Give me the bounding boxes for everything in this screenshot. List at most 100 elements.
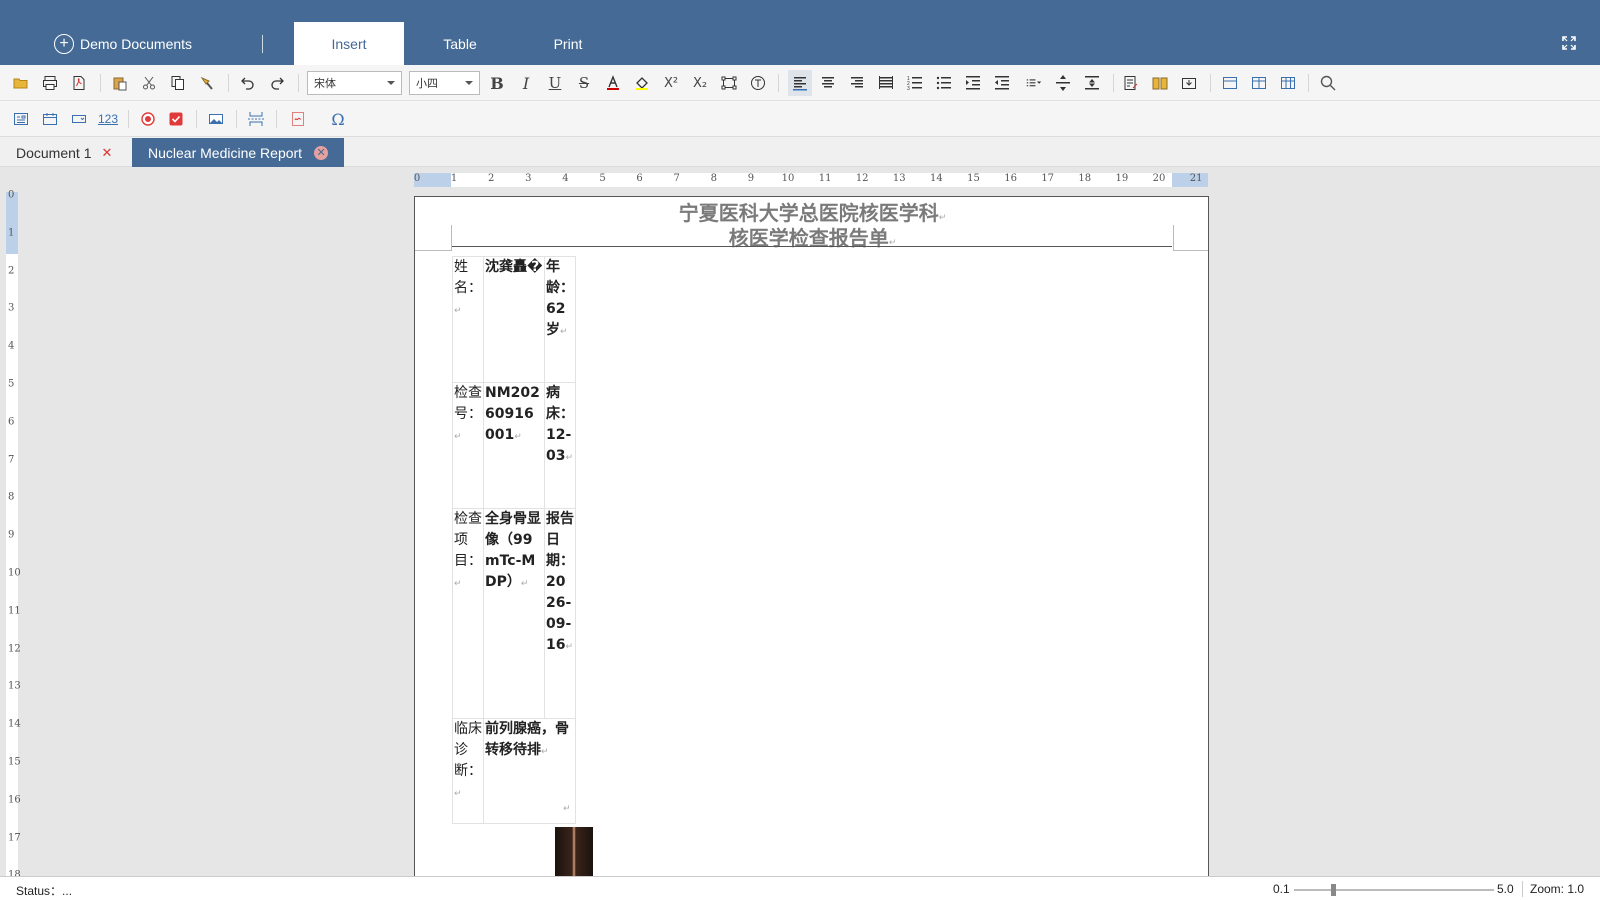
cell-text: 沈龚矗� [485,259,543,275]
font-size-select[interactable]: 小四 [409,71,480,95]
zoom-slider-track[interactable] [1294,889,1494,891]
ruler-number: 13 [892,173,906,184]
ruler-number: 7 [673,173,680,184]
tab-print[interactable]: Print [520,22,616,65]
tab-table[interactable]: Table [412,22,508,65]
format-painter-icon[interactable] [197,73,217,93]
indent-decrease-icon[interactable] [992,73,1012,93]
table-cell[interactable]: 沈龚矗� [483,256,545,383]
text-field-icon[interactable] [11,109,31,129]
ruler-number: 18 [1078,173,1092,184]
cell-text: 检查项目： [454,511,482,569]
paragraph-spacing-icon[interactable] [1082,73,1102,93]
ruler-number: 0 [413,173,421,184]
ruler-number: 6 [8,416,15,428]
page-break-icon[interactable] [246,109,266,129]
demo-documents-label: Demo Documents [80,36,193,52]
demo-documents-button[interactable]: + Demo Documents [54,33,192,55]
svg-text:3: 3 [907,86,910,91]
columns-two-icon[interactable] [1249,73,1269,93]
ruler-number: 14 [8,718,21,730]
columns-three-icon[interactable] [1278,73,1298,93]
copy-icon[interactable] [168,73,188,93]
paste-icon[interactable] [110,73,130,93]
ruler-number: 6 [636,173,643,184]
list-style-dropdown-icon[interactable] [1021,73,1047,93]
close-icon[interactable]: ✕ [101,145,112,161]
ruler-number: 10 [8,567,21,579]
image-icon[interactable] [206,109,226,129]
highlight-fill-icon[interactable] [632,73,652,93]
cell-text: 报告日期：2026-09-16 [546,511,574,653]
paragraph-mark: ↵ [565,453,574,463]
signature-icon[interactable] [288,109,308,129]
table-cell[interactable]: 临床诊断： ↵ [452,718,484,824]
underline-icon[interactable]: U [545,73,565,93]
bullet-list-icon[interactable] [934,73,954,93]
number-field-icon[interactable]: 123 [98,109,118,129]
bold-icon[interactable]: B [487,73,507,93]
fullscreen-icon[interactable] [1562,36,1576,50]
ruler-number: 10 [781,173,795,184]
tab-insert[interactable]: Insert [294,22,404,65]
dropdown-field-icon[interactable] [69,109,89,129]
page-layout-icon[interactable] [1220,73,1240,93]
font-color-icon[interactable] [603,73,623,93]
superscript-icon[interactable]: X² [661,73,681,93]
table-cell[interactable]: 检查项目： ↵ [452,508,484,719]
ruler-number: 5 [599,173,606,184]
vertical-ruler[interactable]: 0123456789101112131415161718 [6,189,21,881]
book-icon[interactable] [1150,73,1170,93]
table-cell[interactable]: 检查号： ↵ [452,382,484,509]
ruler-top-margin [6,192,18,254]
table-cell[interactable]: 年龄：62岁↵ [544,256,576,383]
search-icon[interactable] [1318,73,1338,93]
table-cell[interactable]: 全身骨显像（99mTc-MDP）↵ [483,508,545,719]
align-center-icon[interactable] [818,73,838,93]
table-cell[interactable]: 报告日期：2026-09-16↵ [544,508,576,719]
date-field-icon[interactable] [40,109,60,129]
zoom-slider-thumb[interactable] [1331,884,1336,896]
italic-icon[interactable]: I [516,73,536,93]
cell-text: 姓名： [454,259,482,296]
numbered-list-icon[interactable]: 123 [905,73,925,93]
line-spacing-icon[interactable] [1053,73,1073,93]
close-icon[interactable]: ✕ [314,145,329,160]
open-folder-icon[interactable] [11,73,31,93]
align-right-icon[interactable] [847,73,867,93]
status-text: Status：... [16,884,73,898]
insert-field-icon[interactable] [1179,73,1199,93]
strikethrough-icon[interactable]: S [574,73,594,93]
font-family-select[interactable]: 宋体 [307,71,402,95]
checkbox-icon[interactable] [166,109,186,129]
ruler-number: 2 [488,173,495,184]
undo-icon[interactable] [238,73,258,93]
print-icon[interactable] [40,73,60,93]
document-edit-icon[interactable] [1121,73,1141,93]
table-row: 临床诊断：↵ 前列腺癌，骨转移待排↵ [452,718,576,824]
special-symbol-icon[interactable]: Ω [328,109,348,129]
ruler-number: 9 [8,529,15,541]
horizontal-ruler[interactable]: 0 1 2 3 4 5 6 7 8 9 10 11 12 13 14 15 16 17 18 19 20 21 [414,173,1208,187]
subscript-icon[interactable]: X₂ [690,73,710,93]
doc-tab-nuclear-medicine-report[interactable]: Nuclear Medicine Report ✕ [132,138,344,167]
justify-icon[interactable] [876,73,896,93]
table-cell[interactable]: 前列腺癌，骨转移待排↵ [483,718,576,824]
table-cell[interactable]: 姓名： ↵ [452,256,484,383]
radio-button-icon[interactable] [138,109,158,129]
pdf-export-icon[interactable] [69,73,89,93]
redo-icon[interactable] [267,73,287,93]
paragraph-mark: ↵ [454,789,462,799]
indent-increase-icon[interactable] [963,73,983,93]
circled-text-icon[interactable] [748,73,768,93]
cut-icon[interactable] [139,73,159,93]
table-cell[interactable]: 病床：12-03↵ [544,382,576,509]
doc-tab-document-1[interactable]: Document 1 ✕ [6,138,122,167]
table-row: 姓名： ↵ 沈龚矗� 年龄：62岁↵ [452,256,576,383]
table-cell[interactable]: NM20260916001↵ [483,382,545,509]
text-border-icon[interactable] [719,73,739,93]
ruler-number: 0 [8,189,15,201]
align-left-icon[interactable] [788,70,812,96]
ruler-number: 15 [8,756,21,768]
document-page[interactable]: 宁夏医科大学总医院核医学科↵ 核医学检查报告单↵ 姓名：↵ 沈龚矗� 年龄：62… [414,196,1209,896]
